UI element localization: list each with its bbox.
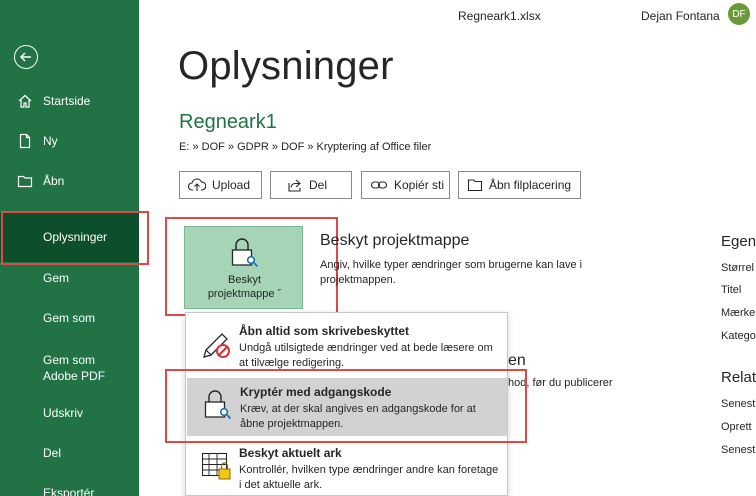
sidebar-item-gem-som[interactable]: Gem som xyxy=(0,300,139,336)
menu-item-title: Åbn altid som skrivebeskyttet xyxy=(239,324,410,338)
menu-item-description: Undgå utilsigtede ændringer ved at bede … xyxy=(239,342,493,369)
upload-button[interactable]: Upload xyxy=(179,171,262,199)
link-icon xyxy=(370,181,388,189)
avatar[interactable]: DF xyxy=(728,3,750,25)
sidebar-item-label: Udskriv xyxy=(43,406,84,420)
pencil-no-icon xyxy=(203,333,230,358)
sidebar-item-label: Startside xyxy=(43,94,91,108)
menu-item-always-open-read-only[interactable]: Åbn altid som skrivebeskyttet Undgå util… xyxy=(186,317,507,375)
sidebar-item-label: Gem xyxy=(43,271,70,285)
arrow-left-icon xyxy=(19,52,31,62)
sheet-lock-icon xyxy=(201,452,231,480)
property-label: Senest xyxy=(721,444,756,456)
sidebar-item-label: Åbn xyxy=(43,174,65,188)
sidebar-item-label: Ny xyxy=(43,134,58,148)
sidebar-item-label: Eksportér xyxy=(43,486,95,496)
folder-open-icon xyxy=(467,179,483,192)
properties-heading: Egens xyxy=(721,233,756,250)
property-label: Størrel xyxy=(721,262,754,274)
related-dates-heading: Relat xyxy=(721,369,756,386)
sidebar-item-udskriv[interactable]: Udskriv xyxy=(0,395,139,431)
highlight-box-oplysninger xyxy=(1,211,149,265)
open-file-location-label: Åbn filplacering xyxy=(489,178,572,192)
share-icon xyxy=(288,179,301,192)
copy-path-button[interactable]: Kopiér sti xyxy=(361,171,450,199)
menu-item-title: Beskyt aktuelt ark xyxy=(239,446,342,460)
highlight-box-encrypt xyxy=(165,369,527,443)
share-label: Del xyxy=(309,178,328,192)
property-label: Titel xyxy=(721,284,742,296)
share-button[interactable]: Del xyxy=(270,171,352,199)
sidebar-item-label: Del xyxy=(43,446,62,460)
sidebar-item-label: Gem som Adobe PDF xyxy=(43,353,106,383)
sidebar-item-eksporter[interactable]: Eksportér xyxy=(0,475,139,496)
open-file-location-button[interactable]: Åbn filplacering xyxy=(458,171,581,199)
sidebar-item-del[interactable]: Del xyxy=(0,435,139,471)
inspect-heading-fragment: en xyxy=(508,352,526,369)
upload-label: Upload xyxy=(212,178,251,192)
sidebar-item-gem-som-pdf[interactable]: Gem som Adobe PDF xyxy=(0,347,139,389)
sidebar-item-gem[interactable]: Gem xyxy=(0,260,139,296)
home-icon xyxy=(18,94,32,108)
copy-path-label: Kopiér sti xyxy=(394,178,445,192)
sidebar-item-ny[interactable]: Ny xyxy=(0,123,139,159)
new-file-icon xyxy=(19,133,31,149)
page-title: Oplysninger xyxy=(178,44,394,88)
protect-workbook-title: Beskyt projektmappe xyxy=(320,232,470,249)
back-button[interactable] xyxy=(14,45,38,69)
file-path-breadcrumb: E: » DOF » GDPR » DOF » Kryptering af Of… xyxy=(179,141,432,153)
property-label: Oprett xyxy=(721,421,752,433)
user-name: Dejan Fontana xyxy=(641,9,720,23)
property-label: Katego xyxy=(721,330,756,342)
folder-icon xyxy=(17,175,33,188)
upload-icon xyxy=(188,178,206,191)
document-name: Regneark1 xyxy=(179,111,277,133)
protect-workbook-description: Angiv, hvilke typer ændringer som bruger… xyxy=(320,259,583,286)
sidebar-item-startside[interactable]: Startside xyxy=(0,83,139,119)
sidebar-item-abn[interactable]: Åbn xyxy=(0,163,139,199)
window-filename: Regneark1.xlsx xyxy=(458,9,541,23)
menu-item-description: Kontrollér, hvilken type ændringer andre… xyxy=(239,464,499,491)
sidebar-item-label: Gem som xyxy=(43,311,96,325)
menu-item-protect-current-sheet[interactable]: Beskyt aktuelt ark Kontrollér, hvilken t… xyxy=(186,439,507,496)
highlight-box-protect-button xyxy=(165,217,338,316)
property-label: Mærke xyxy=(721,307,756,319)
property-label: Senest xyxy=(721,398,756,410)
